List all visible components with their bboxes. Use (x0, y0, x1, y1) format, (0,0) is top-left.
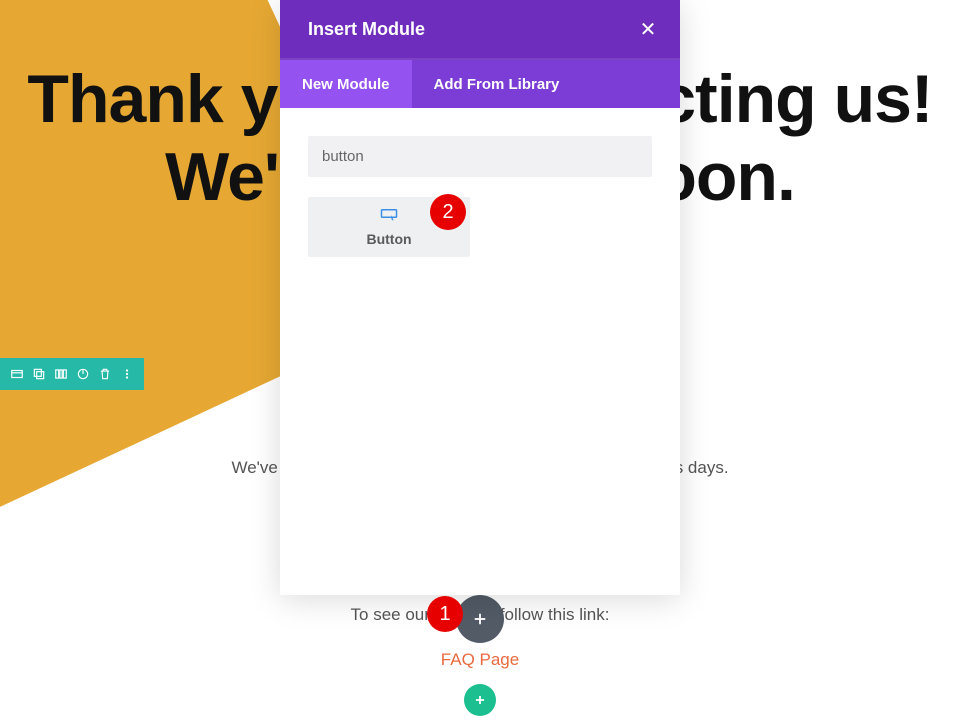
modal-tabs: New Module Add From Library (280, 60, 680, 108)
faq-link[interactable]: FAQ Page (0, 650, 960, 670)
module-label: Button (366, 231, 411, 247)
add-section-button[interactable] (456, 595, 504, 643)
tab-add-from-library[interactable]: Add From Library (412, 60, 582, 108)
button-module-icon (380, 208, 398, 227)
more-icon[interactable] (116, 358, 138, 390)
modal-body: Button (280, 108, 680, 285)
tab-new-module[interactable]: New Module (280, 60, 412, 108)
row-settings-icon[interactable] (6, 358, 28, 390)
modal-title: Insert Module (308, 19, 425, 40)
close-icon[interactable]: ✕ (636, 17, 660, 41)
insert-module-modal: Insert Module ✕ New Module Add From Libr… (280, 0, 680, 595)
annotation-1: 1 (427, 596, 463, 632)
columns-icon[interactable] (50, 358, 72, 390)
duplicate-icon[interactable] (28, 358, 50, 390)
modal-header: Insert Module ✕ (280, 0, 680, 60)
row-toolbar (0, 358, 144, 390)
add-module-button[interactable] (464, 684, 496, 716)
delete-icon[interactable] (94, 358, 116, 390)
search-input[interactable] (308, 136, 652, 177)
annotation-2: 2 (430, 194, 466, 230)
module-grid: Button (308, 197, 652, 257)
power-icon[interactable] (72, 358, 94, 390)
